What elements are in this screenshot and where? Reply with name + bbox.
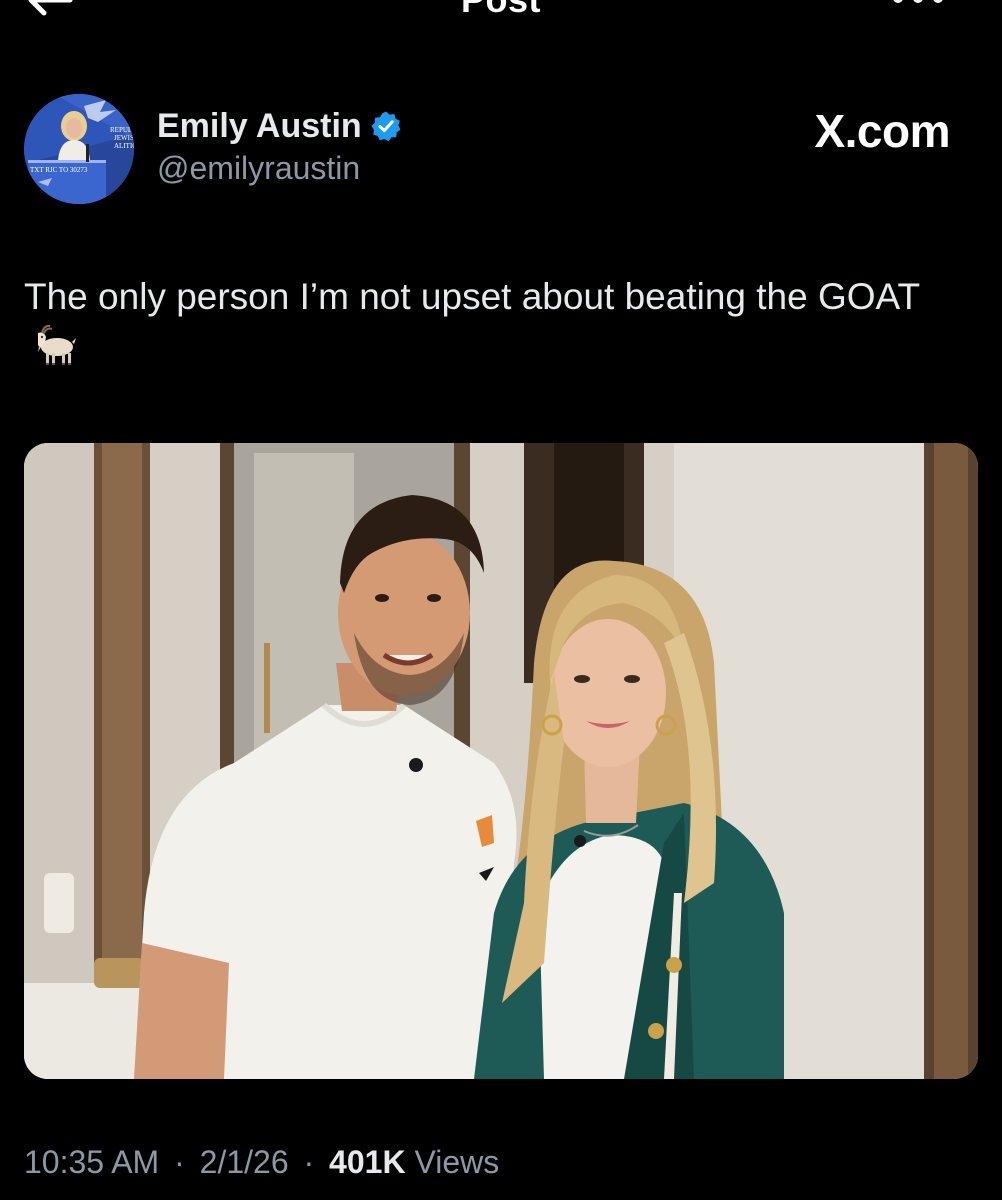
more-dots-icon [893,0,943,3]
verified-badge-icon [371,111,401,142]
author-handle[interactable]: @emilyraustin [157,150,360,187]
avatar[interactable]: REPUBLICAN JEWISH ALITION TXT RJC TO 302… [24,94,134,204]
svg-text:JEWISH: JEWISH [114,134,134,142]
goat-emoji-icon [38,324,76,365]
post-meta: 10:35 AM · 2/1/26 · 401K Views [24,1140,499,1184]
page-title: Post [0,0,1002,22]
views-label[interactable]: Views [414,1144,499,1180]
display-name-row: Emily Austin [157,104,402,148]
post-time: 10:35 AM [24,1144,160,1180]
views-count[interactable]: 401K [329,1144,406,1180]
top-navigation-bar: Post [0,0,1002,40]
svg-text:ALITION: ALITION [114,142,134,150]
source-label: X.com [814,105,950,157]
meta-separator: · [303,1144,315,1180]
meta-separator: · [174,1144,185,1180]
svg-text:REPUBLICAN: REPUBLICAN [110,126,134,134]
post-date: 2/1/26 [199,1144,289,1180]
post-author-header: REPUBLICAN JEWISH ALITION TXT RJC TO 302… [24,94,978,204]
more-button[interactable] [886,0,950,16]
post-media-photo[interactable] [24,443,978,1079]
photo-image [24,443,978,1079]
svg-text:TXT RJC TO 30273: TXT RJC TO 30273 [30,166,88,174]
post-text: The only person I’m not upset about beat… [24,272,974,372]
display-name[interactable]: Emily Austin [157,107,362,146]
post-text-content: The only person I’m not upset about beat… [24,276,921,317]
